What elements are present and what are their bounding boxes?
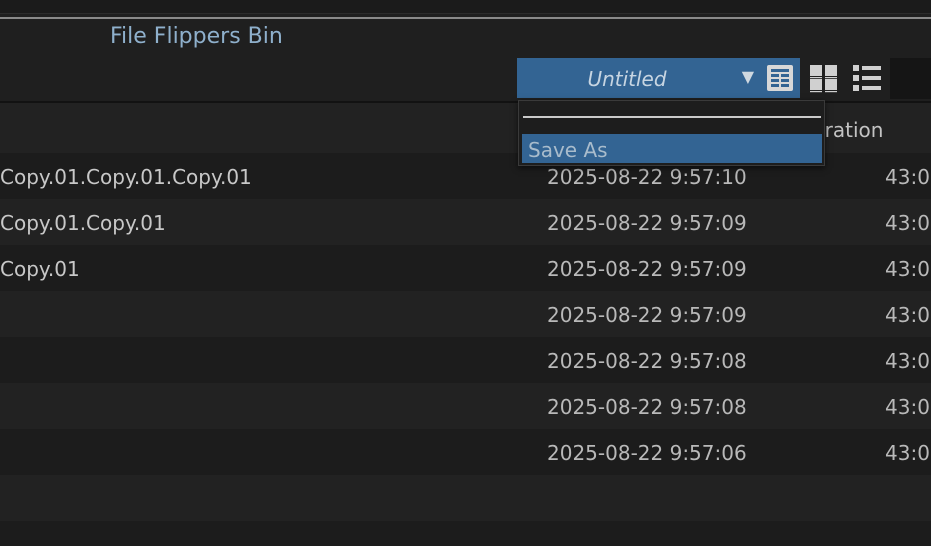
cell-duration: 43:0 — [885, 165, 930, 189]
cell-date: 2025-08-22 9:57:09 — [547, 257, 747, 281]
list-view-icon — [853, 65, 881, 91]
cell-duration: 43:0 — [885, 257, 930, 281]
cell-name: Copy.01.Copy.01.Copy.01 — [0, 165, 252, 189]
table-row[interactable]: Copy.01.Copy.01 2025-08-22 9:57:09 43:0 — [0, 199, 931, 245]
list-view-button[interactable] — [847, 58, 887, 98]
cell-date: 2025-08-22 9:57:06 — [547, 441, 747, 465]
cell-name: Copy.01.Copy.01 — [0, 211, 166, 235]
table-row[interactable]: 2025-08-22 9:57:06 43:0 — [0, 429, 931, 475]
cell-date: 2025-08-22 9:57:09 — [547, 211, 747, 235]
cell-date: 2025-08-22 9:57:09 — [547, 303, 747, 327]
cell-name: Copy.01 — [0, 257, 80, 281]
table-row[interactable]: 2025-08-22 9:57:08 43:0 — [0, 337, 931, 383]
cell-duration: 43:0 — [885, 395, 930, 419]
table-row-empty — [0, 475, 931, 521]
view-select-menu: Save As — [518, 100, 825, 166]
top-divider — [0, 17, 931, 19]
cell-date: 2025-08-22 9:57:08 — [547, 349, 747, 373]
cell-duration: 43:0 — [885, 211, 930, 235]
table-row[interactable]: Copy.01 2025-08-22 9:57:09 43:0 — [0, 245, 931, 291]
table-row[interactable]: 2025-08-22 9:57:08 43:0 — [0, 383, 931, 429]
bin-window: File Flippers Bin Untitled ▼ uration Cop… — [0, 0, 931, 546]
grid-view-button[interactable] — [804, 58, 844, 98]
table-view-button[interactable] — [760, 58, 800, 98]
table-row[interactable]: 2025-08-22 9:57:09 43:0 — [0, 291, 931, 337]
cell-duration: 43:0 — [885, 303, 930, 327]
dropdown-arrow-icon[interactable]: ▼ — [742, 67, 754, 87]
cell-duration: 43:0 — [885, 441, 930, 465]
toolbar-spacer — [890, 58, 931, 99]
bin-title: File Flippers Bin — [110, 24, 283, 49]
table-view-icon — [767, 65, 793, 91]
menu-separator — [523, 116, 821, 118]
cell-date: 2025-08-22 9:57:08 — [547, 395, 747, 419]
table-row-empty — [0, 521, 931, 546]
top-strip — [0, 0, 931, 14]
cell-duration: 43:0 — [885, 349, 930, 373]
grid-view-icon — [810, 65, 837, 93]
bin-view-select[interactable]: Untitled ▼ — [517, 58, 760, 98]
menu-item-save-as[interactable]: Save As — [522, 134, 822, 163]
bin-view-select-value: Untitled — [587, 67, 667, 91]
